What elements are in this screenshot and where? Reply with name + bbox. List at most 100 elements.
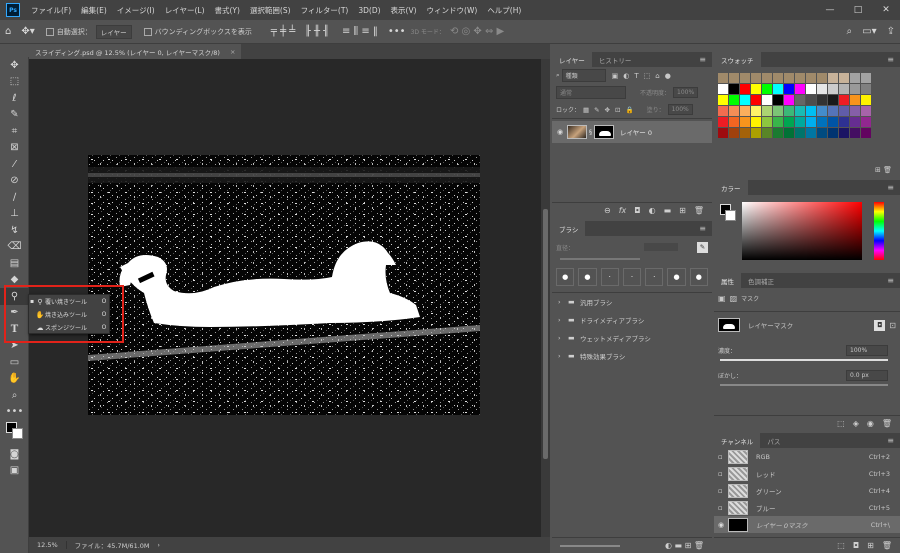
color-swatch[interactable] <box>806 106 816 116</box>
tab-layers[interactable]: レイヤー <box>552 52 592 67</box>
marquee-tool-icon[interactable]: ⬚ <box>0 74 29 91</box>
color-swatch[interactable] <box>762 73 772 83</box>
swatch-grid[interactable] <box>714 71 900 138</box>
color-swatch[interactable] <box>817 95 827 105</box>
background-color-swatch[interactable] <box>12 428 23 439</box>
feather-value[interactable]: 0.0 px <box>846 370 888 381</box>
clone-stamp-tool-icon[interactable]: ⊥ <box>0 206 29 223</box>
tab-color[interactable]: カラー <box>714 180 748 195</box>
panel-menu-icon[interactable]: ≡ <box>693 52 712 67</box>
color-swatch[interactable] <box>817 117 827 127</box>
color-swatch[interactable] <box>839 84 849 94</box>
fill-value[interactable]: 100% <box>667 104 693 115</box>
filter-icons[interactable]: ▣◐T⬚⌂● <box>612 72 676 80</box>
color-swatch[interactable] <box>784 73 794 83</box>
color-swatch[interactable] <box>718 117 728 127</box>
color-swatch[interactable] <box>773 84 783 94</box>
color-swatch[interactable] <box>828 84 838 94</box>
channel-row[interactable]: ◉ レイヤー 0マスク Ctrl+\ <box>714 516 900 533</box>
status-arrow-icon[interactable]: › <box>158 542 160 549</box>
color-swatch[interactable] <box>828 128 838 138</box>
visibility-eye-icon[interactable]: ◉ <box>557 128 567 136</box>
color-swatch[interactable] <box>850 106 860 116</box>
brush-view-icons[interactable]: ◐ ▬ ⊞ 🗑 <box>665 541 704 550</box>
color-swatch[interactable] <box>784 84 794 94</box>
color-swatch[interactable] <box>839 106 849 116</box>
brush-folder[interactable]: › ▬ 汎用ブラシ <box>552 293 712 311</box>
brush-folder[interactable]: › ▬ ドライメディアブラシ <box>552 311 712 329</box>
color-swatch[interactable] <box>795 95 805 105</box>
screen-mode-icon[interactable]: ▣ <box>0 463 29 480</box>
properties-menu-icon[interactable]: ≡ <box>881 273 900 288</box>
swatches-menu-icon[interactable]: ≡ <box>881 52 900 67</box>
color-swatch[interactable] <box>773 128 783 138</box>
layer-name[interactable]: レイヤー 0 <box>620 127 652 137</box>
crop-tool-icon[interactable]: ⌗ <box>0 123 29 140</box>
filter-kind-dropdown[interactable]: 種類 <box>561 69 606 82</box>
scrollbar-thumb[interactable] <box>543 209 548 459</box>
density-value[interactable]: 100% <box>846 345 888 356</box>
menu-file[interactable]: ファイル(F) <box>26 5 76 16</box>
menu-window[interactable]: ウィンドウ(W) <box>422 5 483 16</box>
color-swatch[interactable] <box>740 117 750 127</box>
opacity-value[interactable]: 100% <box>673 87 699 98</box>
hand-tool-icon[interactable]: ✋ <box>0 371 29 388</box>
vector-mask-icon[interactable]: ▨ <box>730 294 738 303</box>
channel-row[interactable]: ▫ グリーン Ctrl+4 <box>714 482 900 499</box>
color-swatch[interactable] <box>773 73 783 83</box>
tab-channels[interactable]: チャンネル <box>714 433 761 448</box>
color-swatch[interactable] <box>784 128 794 138</box>
link-icon[interactable]: § <box>589 129 592 136</box>
fx-icon[interactable]: fx <box>619 206 627 215</box>
channel-row[interactable]: ▫ RGB Ctrl+2 <box>714 448 900 465</box>
color-swatch[interactable] <box>718 106 728 116</box>
channel-load-selection-icon[interactable]: ⬚ <box>837 541 845 550</box>
color-swatches-tool[interactable] <box>0 420 29 446</box>
color-swatch[interactable] <box>795 128 805 138</box>
color-swatch[interactable] <box>740 95 750 105</box>
color-swatch[interactable] <box>762 95 772 105</box>
color-swatch[interactable] <box>795 84 805 94</box>
menu-filter[interactable]: フィルター(T) <box>296 5 354 16</box>
tab-history[interactable]: ヒストリー <box>592 52 639 67</box>
auto-select-checkbox[interactable] <box>45 27 54 36</box>
tab-swatches[interactable]: スウォッチ <box>714 52 761 67</box>
color-swatch[interactable] <box>773 95 783 105</box>
add-mask-icon[interactable]: ◘ <box>634 206 640 215</box>
color-swatch[interactable] <box>773 117 783 127</box>
channel-visibility-icon[interactable]: ▫ <box>718 504 728 512</box>
menu-select[interactable]: 選択範囲(S) <box>245 5 296 16</box>
color-swatch[interactable] <box>729 117 739 127</box>
bg-color-chip[interactable] <box>725 210 736 221</box>
color-swatch[interactable] <box>850 95 860 105</box>
workspace-icon[interactable]: ▭▾ <box>857 26 881 37</box>
channel-visibility-icon[interactable]: ▫ <box>718 470 728 478</box>
load-selection-icon[interactable]: ⬚ <box>837 419 845 428</box>
save-selection-icon[interactable]: ◘ <box>853 541 859 550</box>
swatches-footer-icons[interactable]: ⊞ 🗑 <box>875 166 892 174</box>
menu-view[interactable]: 表示(V) <box>386 5 422 16</box>
color-swatch[interactable] <box>861 73 871 83</box>
brush-size-field[interactable] <box>644 243 679 251</box>
color-swatch[interactable] <box>861 106 871 116</box>
color-menu-icon[interactable]: ≡ <box>881 180 900 195</box>
color-swatch[interactable] <box>828 73 838 83</box>
color-swatch[interactable] <box>817 106 827 116</box>
eraser-tool-icon[interactable]: ⌫ <box>0 239 29 256</box>
color-swatch[interactable] <box>751 95 761 105</box>
menu-type[interactable]: 書式(Y) <box>210 5 245 16</box>
color-swatch[interactable] <box>784 106 794 116</box>
color-swatch[interactable] <box>795 106 805 116</box>
color-swatch[interactable] <box>817 128 827 138</box>
tab-brushes[interactable]: ブラシ <box>552 221 586 236</box>
new-layer-icon[interactable]: ⊞ <box>679 206 686 215</box>
brush-preset-icon[interactable]: · <box>600 268 619 286</box>
color-swatch[interactable] <box>729 73 739 83</box>
auto-select-dropdown[interactable]: レイヤー <box>95 24 132 39</box>
color-swatch[interactable] <box>806 117 816 127</box>
tab-paths[interactable]: パス <box>760 433 787 448</box>
delete-mask-icon[interactable]: 🗑 <box>882 419 892 428</box>
color-swatch[interactable] <box>850 117 860 127</box>
channel-row[interactable]: ▫ レッド Ctrl+3 <box>714 465 900 482</box>
new-channel-icon[interactable]: ⊞ <box>867 541 874 550</box>
